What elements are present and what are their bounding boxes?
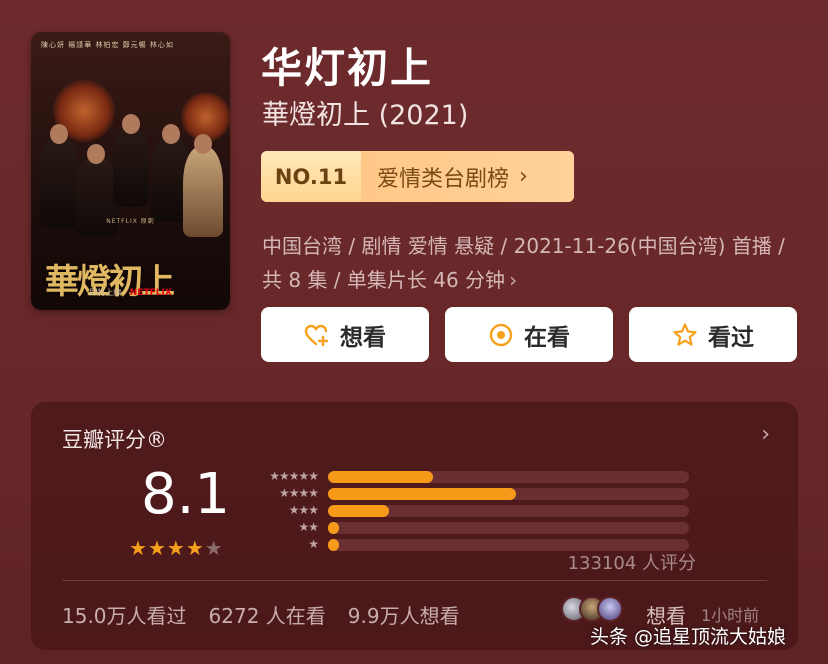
poster-figure-head [122,114,140,134]
rating-distribution-track [328,504,689,517]
want-count: 9.9万人想看 [347,604,460,628]
poster-release-note: 即將上線 [89,288,122,297]
netflix-logo: NETFLIX [129,288,172,298]
page-title: 华灯初上 [261,44,433,92]
poster-footer: 即將上線 NETFLIX [31,287,230,298]
watched-count: 15.0万人看过 [62,604,187,628]
poster-figure [76,157,118,237]
poster-figure-head [194,134,212,154]
rank-list: 爱情类台剧榜 › [361,151,574,202]
rating-distribution-bar [328,538,339,551]
poster-figure-head [50,124,68,144]
rating-distribution-track [328,470,689,483]
rating-score: 8.1 [141,462,231,527]
watermark: 头条 @追星顶流大姑娘 [590,619,786,651]
watched-label: 看过 [708,324,754,351]
rating-card[interactable]: 豆瓣评分® › 8.1 ★ ★ ★ ★ ★ ★★★★★ ★★★★ ★★★ ★★ ★ 133104… [31,402,798,650]
meta-text: 中国台湾 / 剧情 爱情 悬疑 / 2021-11-26(中国台湾) 首播 / … [262,234,785,292]
rating-distribution-bar [328,487,516,500]
rating-distribution-row: ★★★★★ [256,470,698,483]
chevron-right-icon: › [509,268,518,292]
divider [62,580,767,581]
star-outline-icon [672,322,698,348]
rating-distribution-bar [328,504,390,517]
rating-distribution-row: ★★★★ [256,487,698,500]
star-filled-icon: ★ [185,536,204,560]
poster-figure-head [162,124,180,144]
rating-distribution-track [328,487,689,500]
rank-badge[interactable]: NO.11 爱情类台剧榜 › [261,151,574,202]
rating-votes: 133104 人评分 [567,553,696,574]
rating-distribution-row: ★★★ [256,504,698,517]
want-to-watch-button[interactable]: 想看 [261,307,429,362]
star-filled-icon: ★ [129,536,147,560]
star-filled-icon: ★ [166,536,185,560]
rank-list-name: 爱情类台剧榜 [377,166,510,192]
poster-figure [39,137,79,227]
rating-distribution-stars: ★ [308,537,319,551]
watched-button[interactable]: 看过 [629,307,797,362]
rating-distribution-stars: ★★★★ [278,486,319,500]
star-empty-icon: ★ [204,536,223,560]
rating-distribution-bar [328,521,339,534]
rating-distribution-row: ★★ [256,521,698,534]
poster-netflix-line: NETFLIX 原創 [106,218,155,225]
target-circle-icon [488,322,514,348]
rating-distribution-track [328,521,689,534]
watermark-text: 头条 @追星顶流大姑娘 [590,625,787,648]
rating-distribution-stars: ★★★ [288,503,319,517]
rank-number: NO.11 [261,151,361,202]
poster-cast-names: 陳心妍 楊謹華 林柏宏 鄭元暢 林心如 [41,41,174,49]
rating-stars: ★ ★ ★ ★ ★ [129,538,223,558]
poster-figure [113,127,149,207]
watching-button[interactable]: 在看 [445,307,613,362]
poster-image[interactable]: 陳心妍 楊謹華 林柏宏 鄭元暢 林心如 NETFLIX 原創 華燈初上 即將上線… [31,32,230,310]
chevron-right-icon: › [519,164,528,189]
audience-stats: 15.0万人看过 6272 人在看 9.9万人想看 [62,600,460,629]
poster-figure-head [87,144,105,164]
want-to-watch-label: 想看 [340,324,386,351]
show-meta-info[interactable]: 中国台湾 / 剧情 爱情 悬疑 / 2021-11-26(中国台湾) 首播 / … [262,229,802,297]
rating-distribution-stars: ★★ [298,520,319,534]
star-filled-icon: ★ [147,536,166,560]
rating-distribution-stars: ★★★★★ [269,469,319,483]
rating-distribution-bar [328,470,433,483]
movie-detail-page: 陳心妍 楊謹華 林柏宏 鄭元暢 林心如 NETFLIX 原創 華燈初上 即將上線… [0,0,828,664]
rating-title: 豆瓣评分® [62,428,167,452]
chevron-right-icon: › [761,422,770,447]
watching-count: 6272 人在看 [208,604,326,628]
watching-label: 在看 [524,324,570,351]
heart-plus-icon [304,323,330,347]
original-title: 華燈初上 (2021) [262,100,469,131]
